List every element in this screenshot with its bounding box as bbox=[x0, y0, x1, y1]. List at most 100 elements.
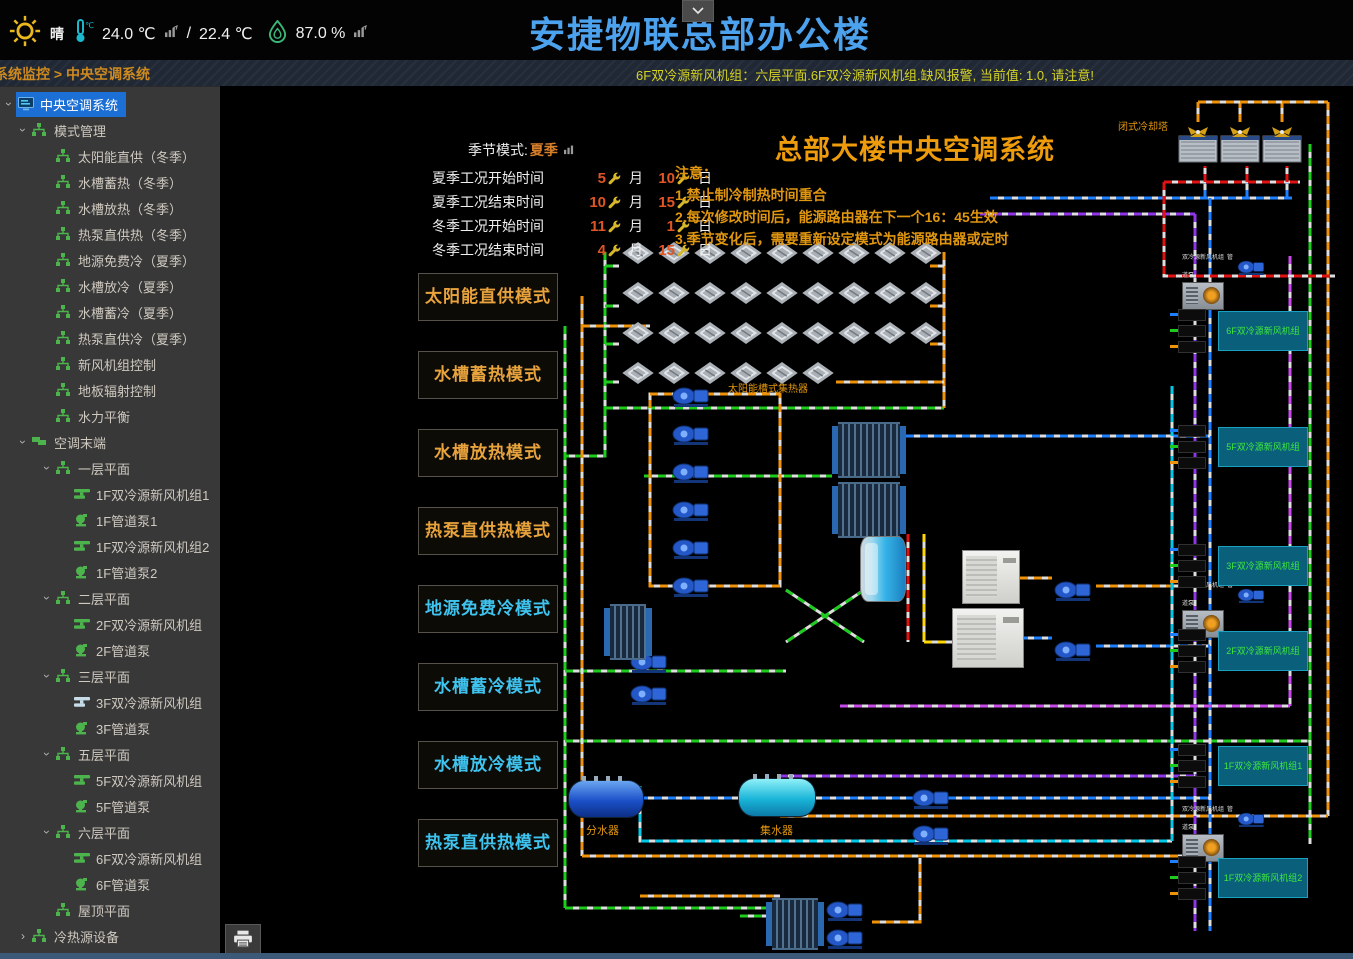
tree-item[interactable]: › 二层平面 bbox=[0, 585, 220, 611]
tree-item-label: 六层平面 bbox=[78, 823, 130, 842]
tree-item[interactable]: › 六层平面 bbox=[0, 819, 220, 845]
tree-item[interactable]: 地板辐射控制 bbox=[0, 377, 220, 403]
tree-item[interactable]: 1F双冷源新风机组2 bbox=[0, 533, 220, 559]
sitemap-icon bbox=[32, 123, 50, 137]
wrench-icon[interactable] bbox=[608, 244, 621, 257]
water-collector[interactable] bbox=[738, 778, 816, 817]
tree-item[interactable]: 水槽放热（冬季） bbox=[0, 195, 220, 221]
tree-item[interactable]: 地源免费冷（夏季） bbox=[0, 247, 220, 273]
tree-item[interactable]: 水槽蓄热（冬季） bbox=[0, 169, 220, 195]
note-line: 1.禁止制冷制热时间重合 bbox=[675, 184, 1009, 206]
floor-unit-label[interactable]: 3F双冷源新风机组 bbox=[1218, 546, 1308, 586]
heat-pump-unit[interactable] bbox=[952, 608, 1024, 668]
plate-heat-exchanger[interactable] bbox=[838, 422, 900, 478]
tree-item[interactable]: 3F双冷源新风机组 bbox=[0, 689, 220, 715]
value-chips bbox=[1178, 744, 1206, 788]
floor-unit-label[interactable]: 5F双冷源新风机组 bbox=[1218, 427, 1308, 467]
tree-item[interactable]: 热泵直供热（冬季） bbox=[0, 221, 220, 247]
tree-item[interactable]: 1F管道泵1 bbox=[0, 507, 220, 533]
trend-icon[interactable] bbox=[353, 25, 368, 43]
schedule-day-value[interactable]: 10 bbox=[649, 170, 675, 187]
tree-item[interactable]: 热泵直供冷（夏季） bbox=[0, 325, 220, 351]
tree-item[interactable]: 新风机组控制 bbox=[0, 351, 220, 377]
mode-button[interactable]: 热泵直供热模式 bbox=[418, 819, 558, 867]
wrench-icon[interactable] bbox=[608, 220, 621, 233]
schedule-month-value[interactable]: 5 bbox=[580, 170, 606, 187]
mode-button[interactable]: 水槽放热模式 bbox=[418, 429, 558, 477]
mode-button[interactable]: 水槽蓄冷模式 bbox=[418, 663, 558, 711]
collapse-header-button[interactable] bbox=[682, 0, 714, 22]
printer-icon bbox=[233, 930, 253, 953]
plate-heat-exchanger[interactable] bbox=[838, 482, 900, 538]
tree-item[interactable]: 太阳能直供（冬季） bbox=[0, 143, 220, 169]
chevron-down-icon bbox=[692, 2, 704, 20]
tree-item-label: 水槽放冷（夏季） bbox=[78, 277, 182, 296]
breadcrumb[interactable]: 系统监控 > 中央空调系统 bbox=[0, 64, 150, 84]
tree-chevron[interactable]: › bbox=[40, 591, 54, 605]
mode-button[interactable]: 水槽放冷模式 bbox=[418, 741, 558, 789]
tree-item-label: 3F管道泵 bbox=[96, 719, 150, 738]
tree-item[interactable]: › 冷热源设备 bbox=[0, 923, 220, 949]
sitemap-icon bbox=[56, 331, 74, 345]
buffer-water-tank[interactable] bbox=[860, 536, 906, 602]
tree-item-label: 热泵直供热（冬季） bbox=[78, 225, 195, 244]
tree-item-label: 新风机组控制 bbox=[78, 355, 156, 374]
droplet-icon bbox=[267, 20, 288, 48]
tree-item[interactable]: › 一层平面 bbox=[0, 455, 220, 481]
notes-block: 注意：1.禁止制冷制热时间重合2.每次修改时间后，能源路由器在下一个16：45生… bbox=[675, 162, 1009, 250]
mode-button[interactable]: 热泵直供热模式 bbox=[418, 507, 558, 555]
trend-icon[interactable] bbox=[164, 25, 179, 43]
tree-chevron[interactable]: › bbox=[2, 97, 16, 111]
cooling-towers bbox=[1179, 127, 1301, 162]
mode-button[interactable]: 地源免费冷模式 bbox=[418, 585, 558, 633]
tree-chevron[interactable]: › bbox=[16, 123, 30, 137]
note-line: 2.每次修改时间后，能源路由器在下一个16：45生效 bbox=[675, 206, 1009, 228]
trend-icon[interactable] bbox=[563, 142, 577, 158]
tree-item[interactable]: 6F双冷源新风机组 bbox=[0, 845, 220, 871]
floor-unit-label[interactable]: 1F双冷源新风机组2 bbox=[1218, 858, 1308, 898]
schedule-month-value[interactable]: 11 bbox=[580, 218, 606, 235]
tree-item[interactable]: 1F双冷源新风机组1 bbox=[0, 481, 220, 507]
mode-button[interactable]: 太阳能直供模式 bbox=[418, 273, 558, 321]
water-distributor[interactable] bbox=[568, 780, 644, 818]
floor-unit-label[interactable]: 1F双冷源新风机组1 bbox=[1218, 746, 1308, 786]
heat-pump-unit[interactable] bbox=[962, 550, 1020, 604]
mode-button[interactable]: 水槽蓄热模式 bbox=[418, 351, 558, 399]
tree-item[interactable]: 2F管道泵 bbox=[0, 637, 220, 663]
tree-item[interactable]: 水力平衡 bbox=[0, 403, 220, 429]
month-unit: 月 bbox=[623, 168, 649, 188]
tree-item[interactable]: 水槽放冷（夏季） bbox=[0, 273, 220, 299]
schedule-day-value[interactable]: 1 bbox=[649, 218, 675, 235]
schedule-day-value[interactable]: 15 bbox=[649, 242, 675, 259]
fan-coil-unit[interactable]: 双冷源新风机组管道泵 bbox=[1182, 246, 1238, 310]
tree-chevron[interactable]: › bbox=[40, 747, 54, 761]
tree-item[interactable]: 1F管道泵2 bbox=[0, 559, 220, 585]
wrench-icon[interactable] bbox=[608, 196, 621, 209]
tree-item[interactable]: › 空调末端 bbox=[0, 429, 220, 455]
tree-item[interactable]: 水槽蓄冷（夏季） bbox=[0, 299, 220, 325]
tree-item[interactable]: 5F管道泵 bbox=[0, 793, 220, 819]
plate-heat-exchanger[interactable] bbox=[772, 898, 818, 950]
tree-chevron[interactable]: › bbox=[40, 669, 54, 683]
schedule-month-value[interactable]: 10 bbox=[580, 194, 606, 211]
tree-chevron[interactable]: › bbox=[16, 929, 30, 943]
schedule-day-value[interactable]: 15 bbox=[649, 194, 675, 211]
wrench-icon[interactable] bbox=[608, 172, 621, 185]
tree-item[interactable]: 屋顶平面 bbox=[0, 897, 220, 923]
tree-item[interactable]: 2F双冷源新风机组 bbox=[0, 611, 220, 637]
tree-item[interactable]: › 模式管理 bbox=[0, 117, 220, 143]
plate-heat-exchanger[interactable] bbox=[610, 604, 646, 660]
alarm-message[interactable]: 6F双冷源新风机组：六层平面.6F双冷源新风机组.缺风报警, 当前值: 1.0,… bbox=[600, 65, 1130, 84]
tree-item[interactable]: 6F管道泵 bbox=[0, 871, 220, 897]
tree-chevron[interactable]: › bbox=[40, 825, 54, 839]
tree-item[interactable]: 5F双冷源新风机组 bbox=[0, 767, 220, 793]
floor-unit-label[interactable]: 2F双冷源新风机组 bbox=[1218, 631, 1308, 671]
schedule-month-value[interactable]: 4 bbox=[580, 242, 606, 259]
tree-item[interactable]: 3F管道泵 bbox=[0, 715, 220, 741]
tree-item[interactable]: › 中央空调系统 bbox=[0, 91, 220, 117]
floor-unit-label[interactable]: 6F双冷源新风机组 bbox=[1218, 311, 1308, 351]
tree-chevron[interactable]: › bbox=[16, 435, 30, 449]
tree-item[interactable]: › 三层平面 bbox=[0, 663, 220, 689]
tree-item[interactable]: › 五层平面 bbox=[0, 741, 220, 767]
tree-chevron[interactable]: › bbox=[40, 461, 54, 475]
